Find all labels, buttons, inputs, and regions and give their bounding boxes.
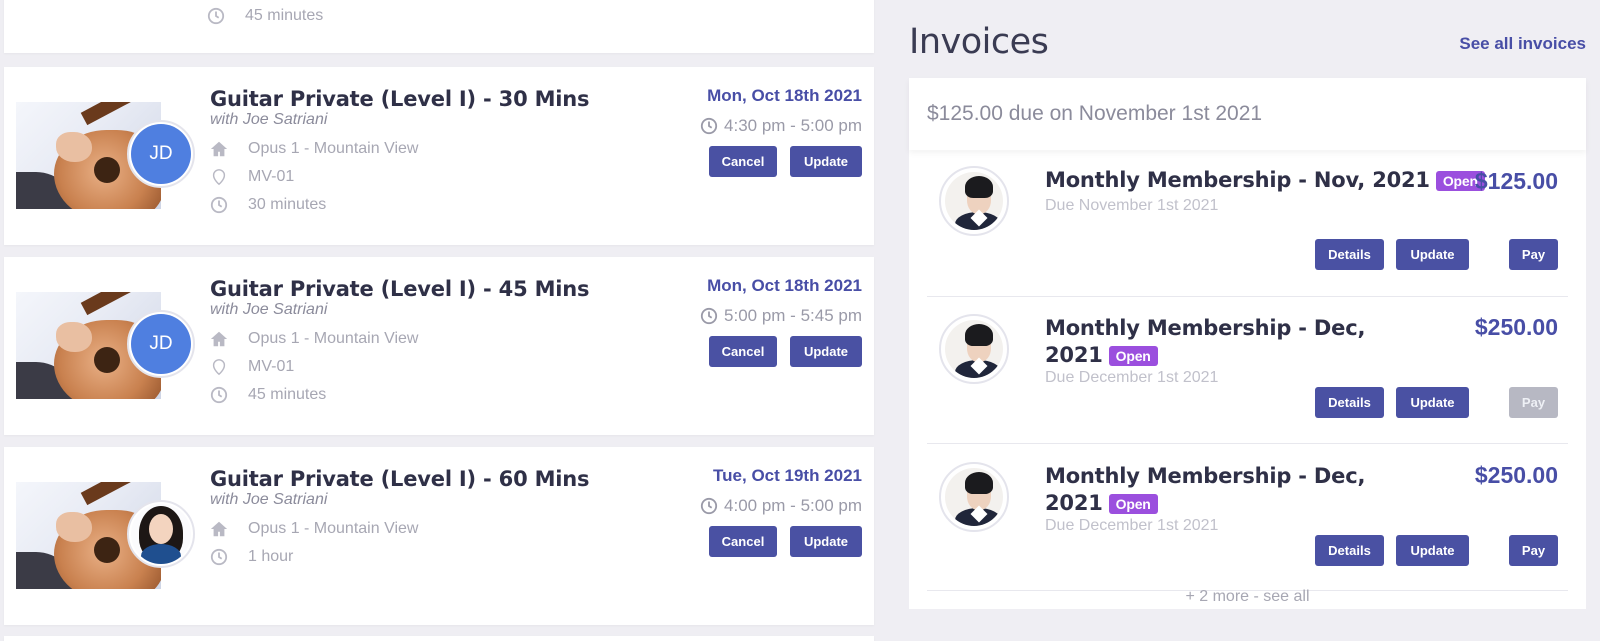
instructor-avatar (127, 500, 195, 568)
clock-icon (210, 196, 228, 214)
lesson-duration-text: 45 minutes (245, 7, 324, 24)
pay-button[interactable]: Pay (1509, 239, 1558, 270)
home-icon (210, 141, 228, 157)
invoice-title: Monthly Membership - Dec, 2021 Open (1045, 315, 1375, 369)
invoice-title-text: Monthly Membership - Nov, 2021 (1045, 168, 1430, 192)
lesson-room: MV-01 (210, 356, 294, 378)
invoice-avatar (939, 166, 1009, 236)
lesson-instructor: with Joe Satriani (210, 111, 328, 128)
lesson-location-text: Opus 1 - Mountain View (248, 140, 419, 157)
invoice-title: Monthly Membership - Dec, 2021 Open (1045, 463, 1375, 517)
lesson-room: MV-01 (210, 166, 294, 188)
home-icon (210, 331, 228, 347)
lesson-date: Mon, Oct 18th 2021 (707, 276, 862, 295)
lesson-title: Guitar Private (Level I) - 60 Mins (210, 467, 590, 491)
lesson-title: Guitar Private (Level I) - 45 Mins (210, 277, 590, 301)
details-button[interactable]: Details (1315, 239, 1384, 270)
lesson-room-text: MV-01 (248, 168, 295, 185)
update-button[interactable]: Update (790, 146, 862, 177)
lesson-card-partial: 45 minutes (4, 0, 874, 53)
lesson-location: Opus 1 - Mountain View (210, 518, 418, 540)
invoice-avatar (939, 314, 1009, 384)
invoice-amount: $250.00 (1474, 462, 1558, 488)
lesson-time-text: 4:00 pm - 5:00 pm (724, 496, 862, 515)
update-button[interactable]: Update (1396, 239, 1469, 270)
invoice-due-date: Due December 1st 2021 (1045, 369, 1219, 386)
clock-icon (700, 307, 718, 325)
details-button[interactable]: Details (1315, 387, 1384, 418)
lesson-location: Opus 1 - Mountain View (210, 138, 418, 160)
invoice-avatar (939, 462, 1009, 532)
lesson-title: Guitar Private (Level I) - 30 Mins (210, 87, 590, 111)
lesson-card: JD Guitar Private (Level I) - 30 Mins wi… (4, 67, 874, 245)
clock-icon (700, 497, 718, 515)
lesson-room-text: MV-01 (248, 358, 295, 375)
update-button[interactable]: Update (1396, 387, 1469, 418)
lesson-date: Mon, Oct 18th 2021 (707, 86, 862, 105)
cancel-button[interactable]: Cancel (709, 336, 777, 367)
lesson-time: 5:00 pm - 5:45 pm (700, 306, 862, 326)
lesson-duration: 30 minutes (210, 194, 326, 216)
status-badge: Open (1108, 494, 1158, 514)
home-icon (210, 521, 228, 537)
lesson-location-text: Opus 1 - Mountain View (248, 520, 419, 537)
invoice-amount: $250.00 (1474, 314, 1558, 340)
invoice-title: Monthly Membership - Nov, 2021 Open (1045, 167, 1505, 194)
map-pin-icon (212, 359, 226, 376)
update-button[interactable]: Update (1396, 535, 1469, 566)
invoice-due-date: Due November 1st 2021 (1045, 197, 1219, 214)
invoice-amount: $125.00 (1474, 168, 1558, 194)
clock-icon (700, 117, 718, 135)
invoice-due-date: Due December 1st 2021 (1045, 517, 1219, 534)
invoices-title: Invoices (909, 22, 1049, 62)
update-button[interactable]: Update (790, 336, 862, 367)
lesson-duration-text: 1 hour (248, 548, 294, 565)
more-invoices-link[interactable]: + 2 more - see all (909, 588, 1586, 606)
details-button[interactable]: Details (1315, 535, 1384, 566)
invoice-title-text: Monthly Membership - Dec, 2021 (1045, 316, 1366, 367)
instructor-avatar: JD (127, 120, 195, 188)
lesson-card: Guitar Private (Level I) - 60 Mins with … (4, 447, 874, 625)
update-button[interactable]: Update (790, 526, 862, 557)
lesson-time-text: 4:30 pm - 5:00 pm (724, 116, 862, 135)
lesson-duration: 45 minutes (207, 5, 323, 27)
lesson-card: JD Guitar Private (Level I) - 45 Mins wi… (4, 257, 874, 435)
lesson-duration: 45 minutes (210, 384, 326, 406)
pay-button[interactable]: Pay (1509, 535, 1558, 566)
lesson-instructor: with Joe Satriani (210, 301, 328, 318)
invoice-item: Monthly Membership - Dec, 2021 Open $250.… (927, 444, 1568, 591)
lesson-location-text: Opus 1 - Mountain View (248, 330, 419, 347)
lesson-card-partial (4, 636, 874, 641)
see-all-invoices-link[interactable]: See all invoices (1459, 34, 1586, 54)
clock-icon (210, 548, 228, 566)
lessons-list: 45 minutes JD Guitar Private (Level I) -… (4, 0, 874, 641)
lesson-duration: 1 hour (210, 546, 293, 568)
lesson-location: Opus 1 - Mountain View (210, 328, 418, 350)
clock-icon (210, 386, 228, 404)
pay-button-disabled[interactable]: Pay (1509, 387, 1558, 418)
avatar-photo (131, 504, 191, 564)
due-summary: $125.00 due on November 1st 2021 (909, 78, 1586, 150)
avatar-initials: JD (131, 124, 191, 184)
invoice-item: Monthly Membership - Dec, 2021 Open $250.… (927, 297, 1568, 444)
lesson-duration-text: 45 minutes (248, 386, 327, 403)
avatar-initials: JD (131, 314, 191, 374)
lesson-time-text: 5:00 pm - 5:45 pm (724, 306, 862, 325)
lesson-duration-text: 30 minutes (248, 196, 327, 213)
invoice-title-text: Monthly Membership - Dec, 2021 (1045, 464, 1366, 515)
invoices-card: $125.00 due on November 1st 2021 Monthly… (909, 78, 1586, 609)
cancel-button[interactable]: Cancel (709, 526, 777, 557)
cancel-button[interactable]: Cancel (709, 146, 777, 177)
instructor-avatar: JD (127, 310, 195, 378)
lesson-time: 4:30 pm - 5:00 pm (700, 116, 862, 136)
lesson-date: Tue, Oct 19th 2021 (713, 466, 862, 485)
lesson-time: 4:00 pm - 5:00 pm (700, 496, 862, 516)
clock-icon (207, 7, 225, 25)
status-badge: Open (1108, 346, 1158, 366)
lesson-instructor: with Joe Satriani (210, 491, 328, 508)
invoice-item: Monthly Membership - Nov, 2021 Open $125.… (927, 150, 1568, 297)
map-pin-icon (212, 169, 226, 186)
